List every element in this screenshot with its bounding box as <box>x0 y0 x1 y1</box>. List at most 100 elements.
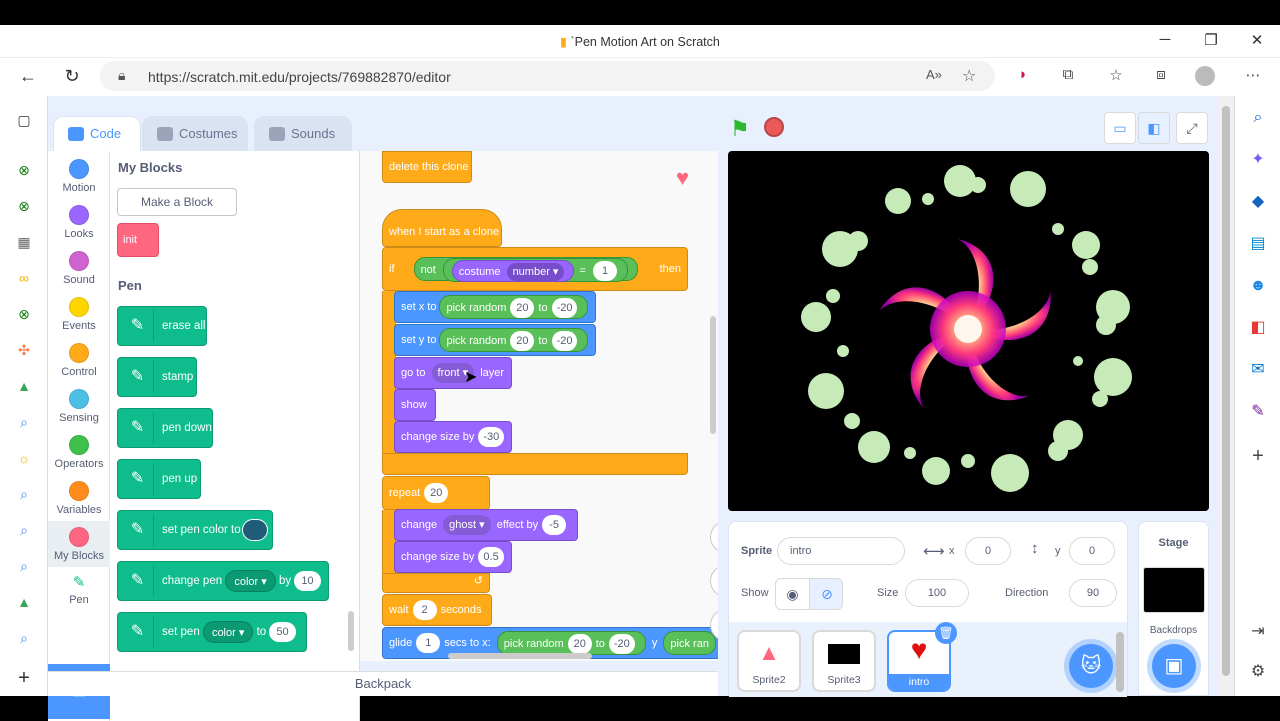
value-input[interactable]: 50 <box>269 621 296 642</box>
search-icon[interactable]: ⌕ <box>12 554 36 578</box>
close-icon[interactable]: ✕ <box>1242 31 1272 49</box>
backdrop-thumbnail[interactable] <box>1142 567 1205 613</box>
costume-dropdown[interactable]: number ▾ <box>506 263 565 282</box>
if-block[interactable]: if not costume number ▾ = 1 then <box>382 247 688 291</box>
repeat-block[interactable]: repeat 20 <box>382 476 490 510</box>
init-block[interactable]: init <box>117 223 159 257</box>
green-flag-icon[interactable]: ⚑ <box>730 116 750 142</box>
category-operators[interactable]: Operators <box>48 429 110 475</box>
puzzle-icon[interactable]: ✣ <box>12 338 36 362</box>
extension-shield-icon[interactable]: ◗ <box>1012 66 1034 86</box>
back-icon[interactable]: ← <box>16 66 40 87</box>
tab-costumes[interactable]: Costumes <box>142 116 248 152</box>
category-motion[interactable]: Motion <box>48 153 110 199</box>
sprite-tile-sprite2[interactable]: ▲ Sprite2 <box>737 630 801 692</box>
category-control[interactable]: Control <box>48 337 110 383</box>
sprite-tile-sprite3[interactable]: Sprite3 <box>812 630 876 692</box>
erase-all-block[interactable]: ✎ erase all <box>117 306 207 346</box>
stage-canvas[interactable] <box>728 151 1209 511</box>
color-swatch[interactable] <box>242 519 268 541</box>
category-my-blocks[interactable]: My Blocks <box>48 521 110 567</box>
choose-sprite-button[interactable]: 🐱︎ <box>1069 644 1113 688</box>
show-block[interactable]: show <box>394 389 436 421</box>
show-eye-icon[interactable]: ◉ <box>776 579 810 609</box>
category-events[interactable]: Events <box>48 291 110 337</box>
change-pen-block[interactable]: ✎ change pen color ▾ by 10 <box>117 561 329 601</box>
sprite-name-input[interactable]: intro <box>777 537 905 565</box>
random-from-input[interactable]: 20 <box>510 331 535 352</box>
not-operator[interactable]: not costume number ▾ = 1 <box>413 257 638 283</box>
search-icon[interactable]: ⌕ <box>12 410 36 434</box>
zoom-in-button[interactable]: ⊕ <box>710 521 718 553</box>
workspace-scrollbar-horizontal[interactable] <box>448 653 592 659</box>
apps-grid-icon[interactable]: ▦ <box>12 230 36 254</box>
xbox-icon[interactable]: ⊗ <box>12 158 36 182</box>
set-x-block[interactable]: set x to pick random 20 to -20 <box>394 291 596 323</box>
size-input[interactable]: 100 <box>905 579 969 607</box>
normal-stage-button[interactable]: ◧ <box>1138 112 1170 144</box>
effect-dropdown[interactable]: ghost ▾ <box>443 515 491 536</box>
glide-secs-input[interactable]: 1 <box>416 633 441 654</box>
change-size-block[interactable]: change size by 0.5 <box>394 541 512 573</box>
pen-up-block[interactable]: ✎ pen up <box>117 459 201 499</box>
category-looks[interactable]: Looks <box>48 199 110 245</box>
drive-icon[interactable]: ▲ <box>12 590 36 614</box>
costume-reporter[interactable]: costume number ▾ <box>451 260 575 283</box>
collections-icon[interactable]: ⧈ <box>1150 66 1172 86</box>
refresh-icon[interactable]: ↻ <box>60 66 84 87</box>
pen-param-dropdown[interactable]: color ▾ <box>202 620 254 643</box>
repeat-count-input[interactable]: 20 <box>424 483 449 504</box>
sprite-list-scrollbar[interactable] <box>1116 632 1124 692</box>
minimize-icon[interactable]: ─ <box>1150 31 1180 48</box>
profile-avatar[interactable] <box>1195 66 1215 86</box>
delete-clone-block[interactable]: delete this clone <box>382 151 472 183</box>
make-block-button[interactable]: Make a Block <box>117 188 237 216</box>
category-sound[interactable]: Sound <box>48 245 110 291</box>
change-effect-block[interactable]: change ghost ▾ effect by -5 <box>394 509 578 541</box>
pick-random-reporter[interactable]: pick random 20 to -20 <box>496 631 646 656</box>
zoom-out-button[interactable]: ⊖ <box>710 565 718 597</box>
sun-icon[interactable]: ☼ <box>12 446 36 470</box>
people-icon[interactable]: ☻ <box>1246 274 1270 298</box>
delete-sprite-icon[interactable]: 🗑︎ <box>935 622 957 644</box>
tag-icon[interactable]: ◆ <box>1246 190 1270 214</box>
search-icon[interactable]: ⌕ <box>12 482 36 506</box>
set-pen-block[interactable]: ✎ set pen color ▾ to 50 <box>117 612 307 652</box>
page-scrollbar-thumb[interactable] <box>1222 106 1230 676</box>
wait-block[interactable]: wait 2 seconds <box>382 594 492 626</box>
small-stage-button[interactable]: ▭ <box>1104 112 1136 144</box>
extensions-icon[interactable]: ⧉ <box>1057 66 1079 86</box>
wait-input[interactable]: 2 <box>412 600 437 621</box>
favorite-add-icon[interactable]: ☆ <box>962 66 976 86</box>
stage-selector[interactable]: Stage Backdrops ▣ <box>1138 521 1209 696</box>
xbox-icon[interactable]: ⊗ <box>12 194 36 218</box>
pick-random-reporter[interactable]: pick random 20 to -20 <box>439 295 589 320</box>
random-to-input[interactable]: -20 <box>608 634 635 655</box>
value-input[interactable]: 10 <box>294 570 321 591</box>
equals-operator[interactable]: costume number ▾ = 1 <box>442 258 628 283</box>
category-pen[interactable]: ✎ Pen <box>48 567 110 613</box>
set-pen-color-block[interactable]: ✎ set pen color to <box>117 510 273 550</box>
xbox-icon[interactable]: ⊗ <box>12 302 36 326</box>
fullscreen-icon[interactable]: ⤢ <box>1176 112 1208 144</box>
outlook-icon[interactable]: ✉ <box>1246 358 1270 382</box>
stamp-block[interactable]: ✎ stamp <box>117 357 197 397</box>
pen-down-block[interactable]: ✎ pen down <box>117 408 213 448</box>
link-icon[interactable]: ∞ <box>12 266 36 290</box>
backpack-bar[interactable]: Backpack <box>48 671 718 696</box>
random-from-input[interactable]: 20 <box>510 298 535 319</box>
toolbox-icon[interactable]: ▤ <box>1246 232 1270 256</box>
designer-icon[interactable]: ✎ <box>1246 400 1270 424</box>
drive-icon[interactable]: ▲ <box>12 374 36 398</box>
pick-random-reporter[interactable]: pick random 20 to -20 <box>439 328 589 353</box>
random-from-input[interactable]: 20 <box>567 634 592 655</box>
direction-input[interactable]: 90 <box>1069 579 1117 607</box>
split-screen-icon[interactable]: ⇥ <box>1246 620 1270 644</box>
hide-eye-icon[interactable]: ⊘ <box>810 579 842 609</box>
pick-random-reporter[interactable]: pick ran <box>663 631 716 656</box>
pen-param-dropdown[interactable]: color ▾ <box>225 569 276 592</box>
category-sensing[interactable]: Sensing <box>48 383 110 429</box>
x-input[interactable]: 0 <box>965 537 1011 565</box>
y-input[interactable]: 0 <box>1069 537 1115 565</box>
clone-hat-block[interactable]: when I start as a clone <box>382 209 502 247</box>
